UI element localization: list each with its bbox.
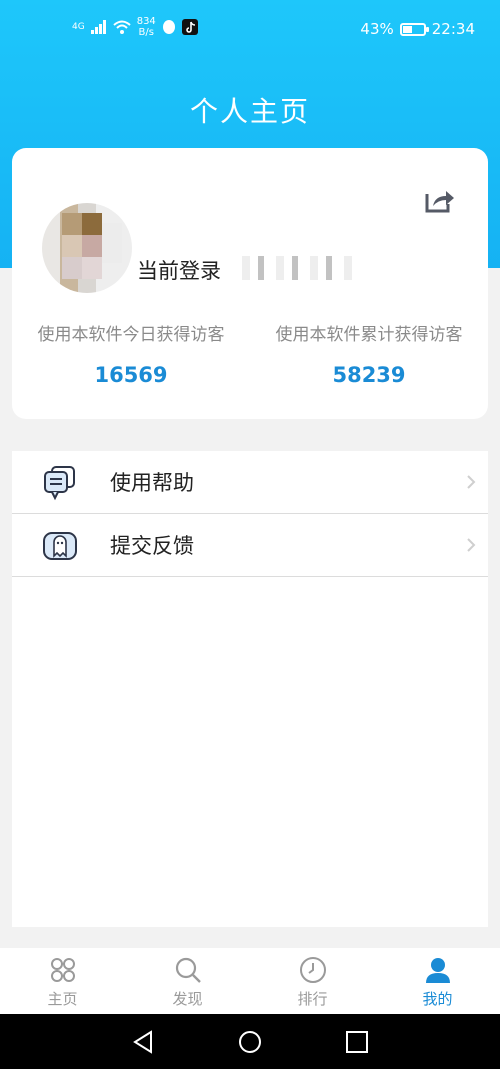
stat-total-label: 使用本软件累计获得访客: [275, 325, 463, 345]
status-left: 4G 834 B/s: [72, 16, 198, 38]
menu-list: 使用帮助 提交反馈: [12, 451, 488, 927]
wifi-icon: [113, 20, 131, 34]
chat-bubbles-icon: [44, 466, 75, 501]
menu-item-feedback-label: 提交反馈: [110, 534, 194, 558]
person-icon: [425, 958, 450, 983]
menu-item-feedback[interactable]: 提交反馈: [12, 514, 488, 577]
page-title: 个人主页: [189, 95, 310, 128]
account-redacted: [230, 256, 360, 280]
tiktok-icon: [181, 19, 198, 35]
battery-percent: 43%: [360, 20, 394, 38]
feedback-ghost-icon: [43, 532, 77, 560]
tab-home[interactable]: 主页: [0, 948, 125, 1014]
tab-discover-label: 发现: [172, 990, 203, 1008]
qq-penguin-icon: [162, 20, 175, 34]
status-right: 43% 22:34: [360, 20, 475, 38]
avatar[interactable]: [42, 203, 132, 293]
stat-today-label: 使用本软件今日获得访客: [37, 325, 225, 345]
system-nav-bar: [0, 1014, 500, 1069]
stat-total-value: 58239: [332, 363, 406, 387]
back-triangle-icon[interactable]: [131, 1030, 155, 1054]
stat-today-value: 16569: [94, 363, 168, 387]
tab-ranking[interactable]: 排行: [250, 948, 375, 1014]
tab-ranking-label: 排行: [297, 990, 328, 1008]
profile-card: 当前登录 使用本软件今日获得访客 16569 使用本软件累计获得访客 58239: [12, 148, 488, 419]
share-icon[interactable]: [424, 186, 456, 214]
menu-item-help[interactable]: 使用帮助: [12, 451, 488, 514]
tab-mine-label: 我的: [422, 990, 453, 1008]
four-circles-icon: [50, 958, 75, 982]
net-speed-unit: B/s: [138, 27, 154, 38]
search-icon: [175, 957, 201, 983]
signal-icon: [90, 20, 106, 34]
recents-square-icon[interactable]: [345, 1030, 369, 1054]
stat-total: 使用本软件累计获得访客 58239: [250, 320, 488, 387]
chevron-right-icon: [467, 475, 476, 489]
tab-discover[interactable]: 发现: [125, 948, 250, 1014]
menu-item-help-label: 使用帮助: [110, 471, 194, 495]
stat-today: 使用本软件今日获得访客 16569: [12, 320, 250, 387]
clock-icon: [299, 957, 326, 983]
battery-icon: [399, 22, 429, 36]
net-speed-value: 834: [136, 16, 156, 27]
bottom-tab-bar: 主页 发现 排行 我的: [0, 948, 500, 1014]
net-speed: 834 B/s: [137, 16, 156, 38]
clock-time: 22:34: [431, 20, 475, 38]
tab-home-label: 主页: [47, 990, 78, 1008]
login-label: 当前登录: [137, 259, 221, 283]
network-type: 4G: [72, 22, 85, 32]
status-bar: 4G 834 B/s 43% 22:34: [0, 0, 500, 60]
chevron-right-icon: [467, 538, 476, 552]
home-circle-icon[interactable]: [238, 1030, 262, 1054]
tab-mine[interactable]: 我的: [375, 948, 500, 1014]
